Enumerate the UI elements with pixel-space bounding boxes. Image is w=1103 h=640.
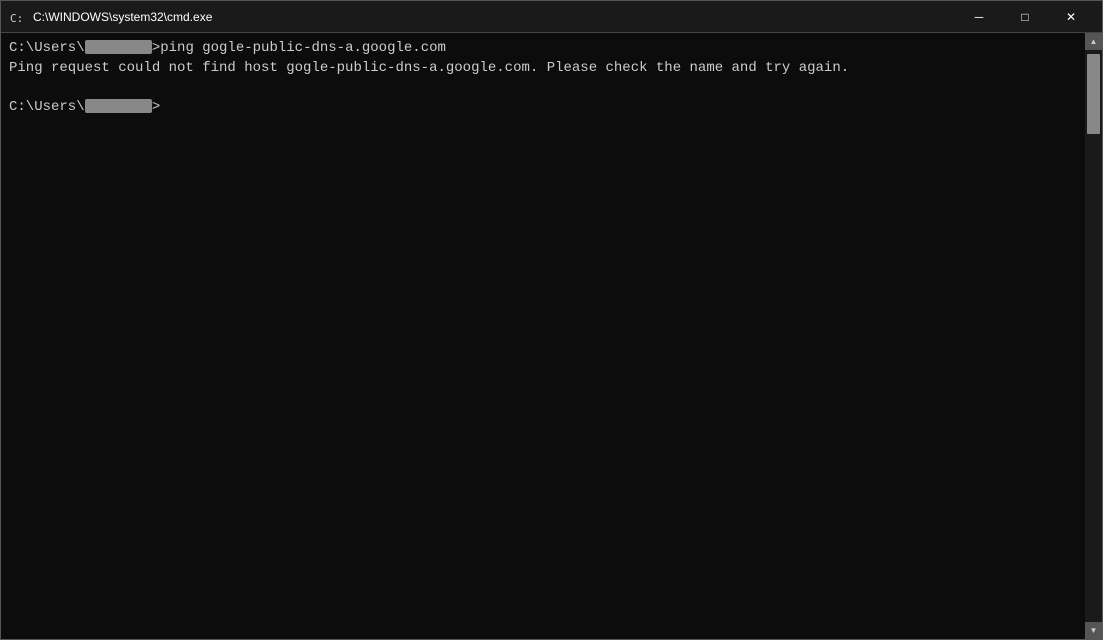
scroll-up-arrow[interactable]: ▲ xyxy=(1085,33,1102,50)
prompt-arrow: > xyxy=(152,99,160,115)
terminal-content[interactable]: C:\Users\ >ping gogle-public-dns-a.googl… xyxy=(1,33,1085,639)
scrollbar-thumb[interactable] xyxy=(1087,54,1100,134)
terminal-line-4: C:\Users\ > xyxy=(9,98,1077,118)
window-title: C:\WINDOWS\system32\cmd.exe xyxy=(33,10,956,24)
titlebar: C: C:\WINDOWS\system32\cmd.exe ─ □ ✕ xyxy=(1,1,1102,33)
prompt-prefix-2: C:\Users\ xyxy=(9,99,85,115)
cmd-window: C: C:\WINDOWS\system32\cmd.exe ─ □ ✕ C:\… xyxy=(0,0,1103,640)
window-controls: ─ □ ✕ xyxy=(956,1,1094,33)
cmd-icon: C: xyxy=(9,9,25,25)
redacted-username-1 xyxy=(85,40,152,54)
terminal-body: C:\Users\ >ping gogle-public-dns-a.googl… xyxy=(1,33,1102,639)
maximize-button[interactable]: □ xyxy=(1002,1,1048,33)
command-text: >ping gogle-public-dns-a.google.com xyxy=(152,40,446,56)
svg-text:C:: C: xyxy=(10,12,23,25)
scrollbar[interactable]: ▲ ▼ xyxy=(1085,33,1102,639)
terminal-line-3 xyxy=(9,78,1077,98)
prompt-prefix-1: C:\Users\ xyxy=(9,40,85,56)
terminal-line-1: C:\Users\ >ping gogle-public-dns-a.googl… xyxy=(9,39,1077,59)
close-button[interactable]: ✕ xyxy=(1048,1,1094,33)
terminal-line-2: Ping request could not find host gogle-p… xyxy=(9,59,1077,79)
minimize-button[interactable]: ─ xyxy=(956,1,1002,33)
redacted-username-2 xyxy=(85,99,152,113)
scroll-down-arrow[interactable]: ▼ xyxy=(1085,622,1102,639)
